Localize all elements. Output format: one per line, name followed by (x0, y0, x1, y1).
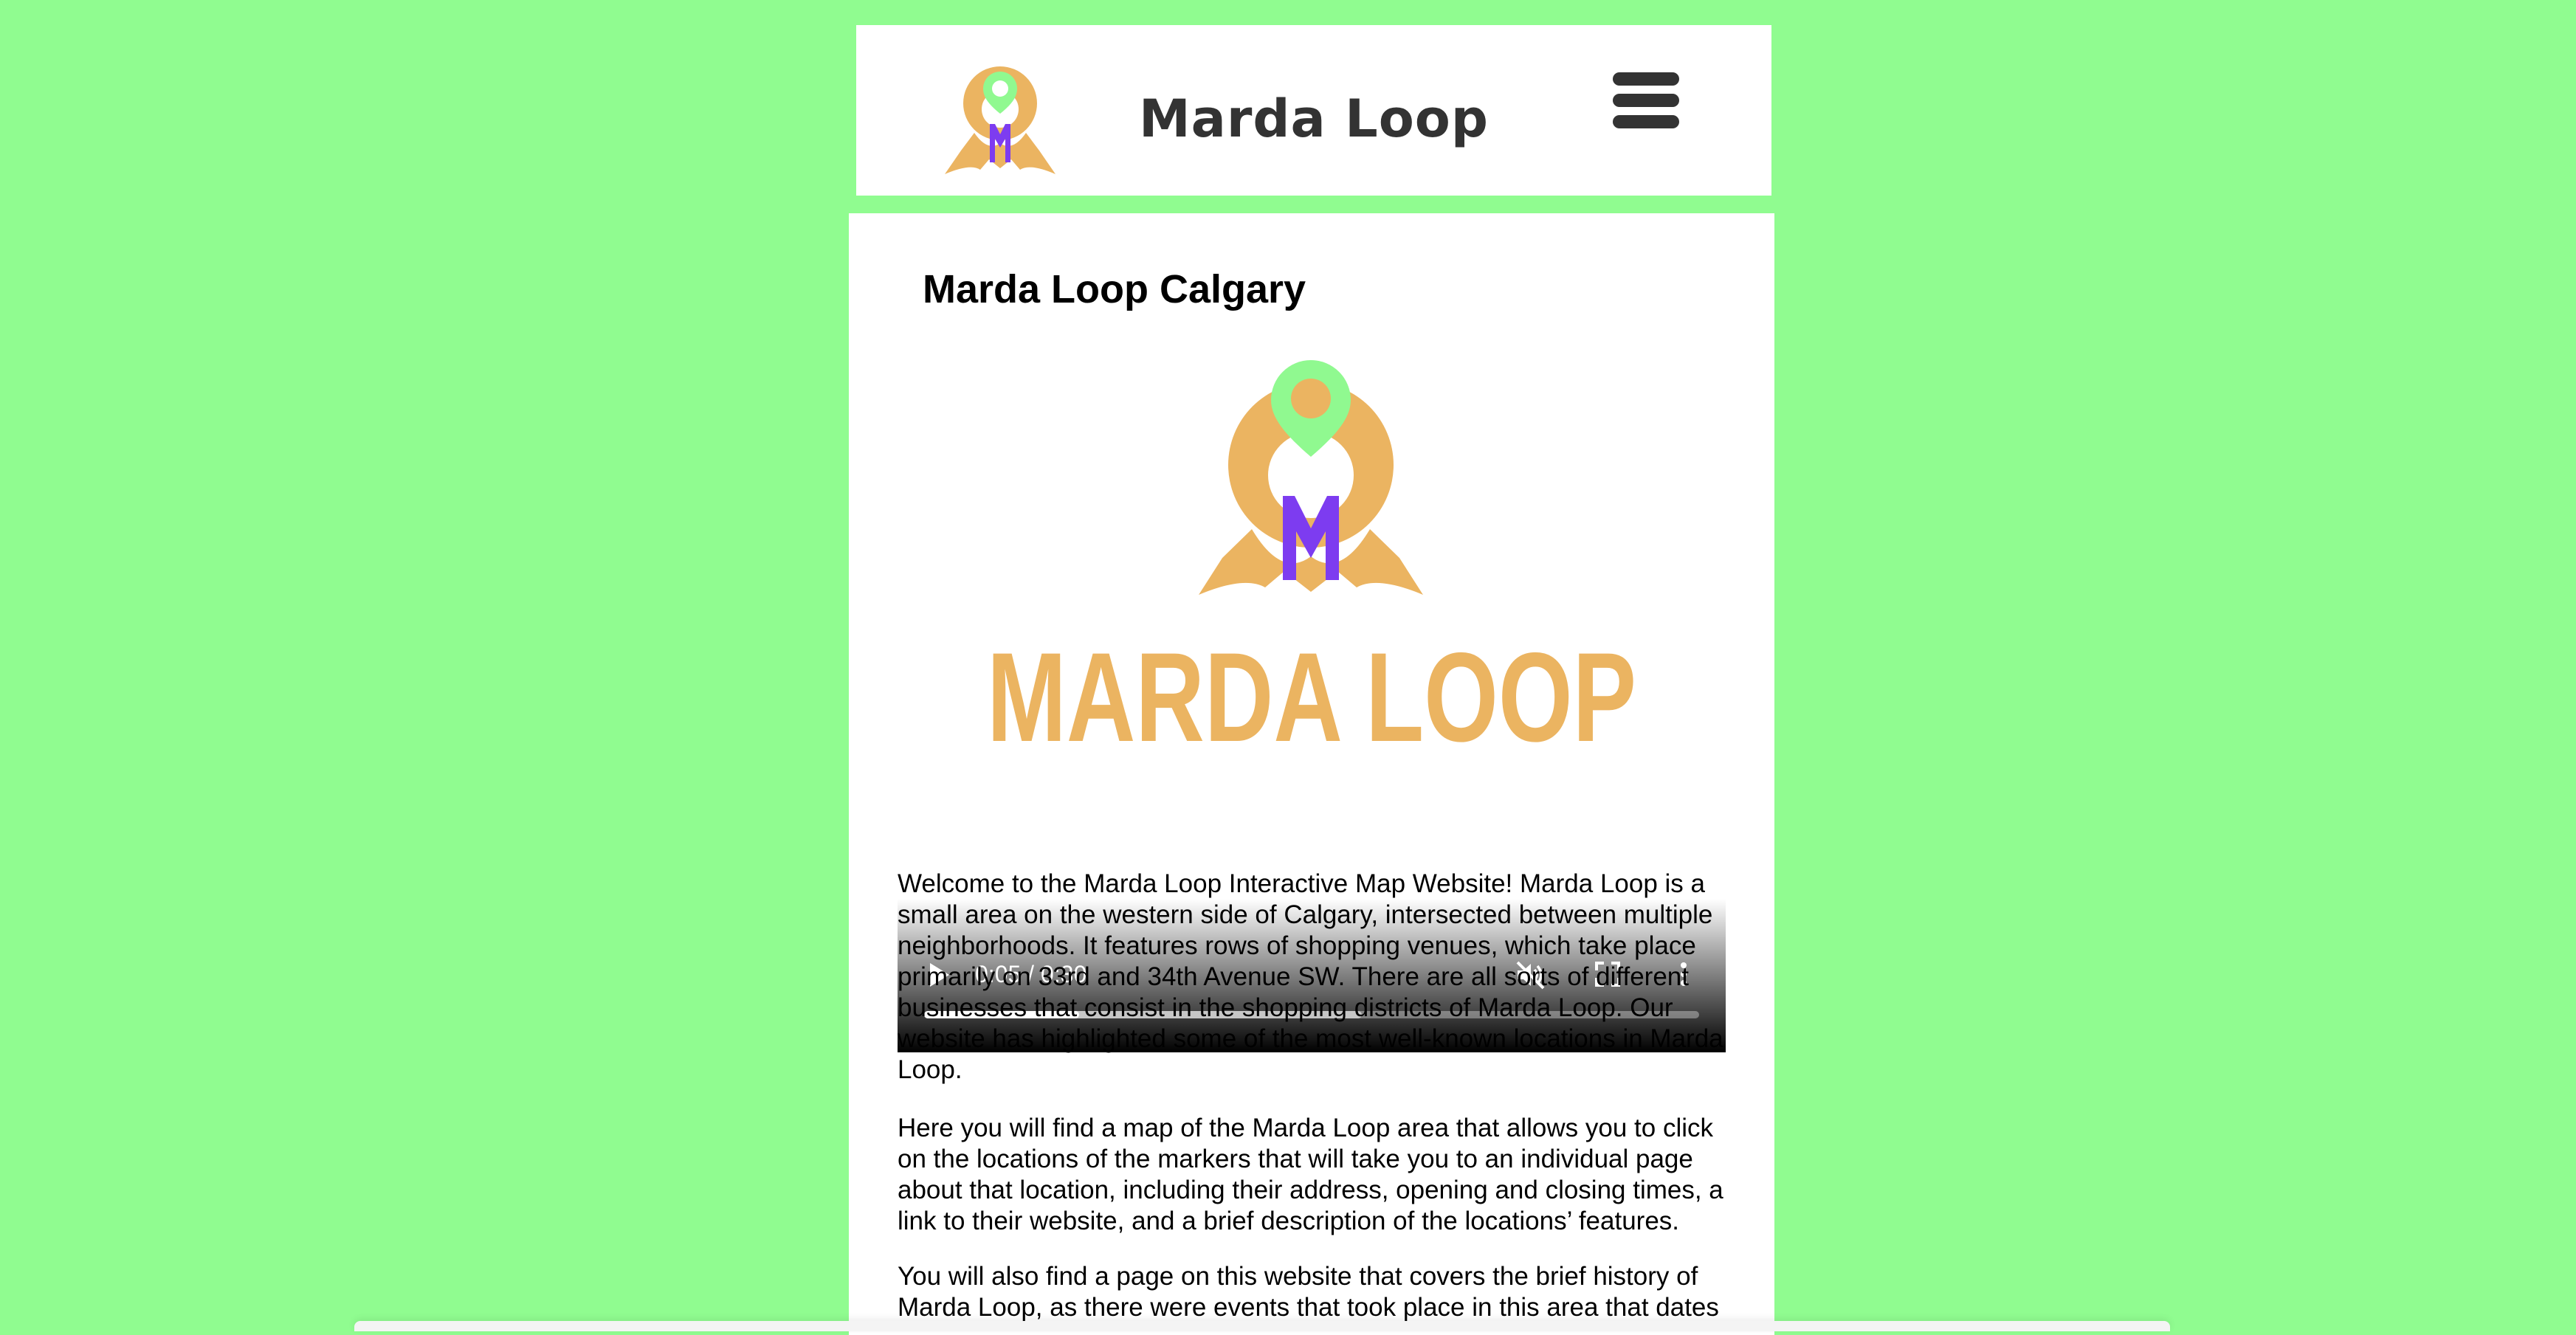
page-heading: Marda Loop Calgary (923, 267, 1306, 311)
menu-line (1613, 94, 1679, 107)
menu-line (1613, 72, 1679, 86)
history-paragraph: You will also find a page on this websit… (898, 1262, 1719, 1322)
video-logo-wordmark: MARDA LOOP (987, 627, 1636, 768)
main-content: Marda Loop Calgary MARDA LOOP 0:05 / 0:3… (849, 213, 1774, 1335)
menu-line (1613, 115, 1679, 128)
hamburger-menu-icon[interactable] (1613, 72, 1679, 131)
bottom-overlay-bar (354, 1321, 2170, 1331)
intro-paragraph: Welcome to the Marda Loop Interactive Ma… (898, 869, 1723, 1084)
map-description-paragraph: Here you will find a map of the Marda Lo… (898, 1114, 1723, 1235)
site-header: Marda Loop (856, 25, 1771, 196)
